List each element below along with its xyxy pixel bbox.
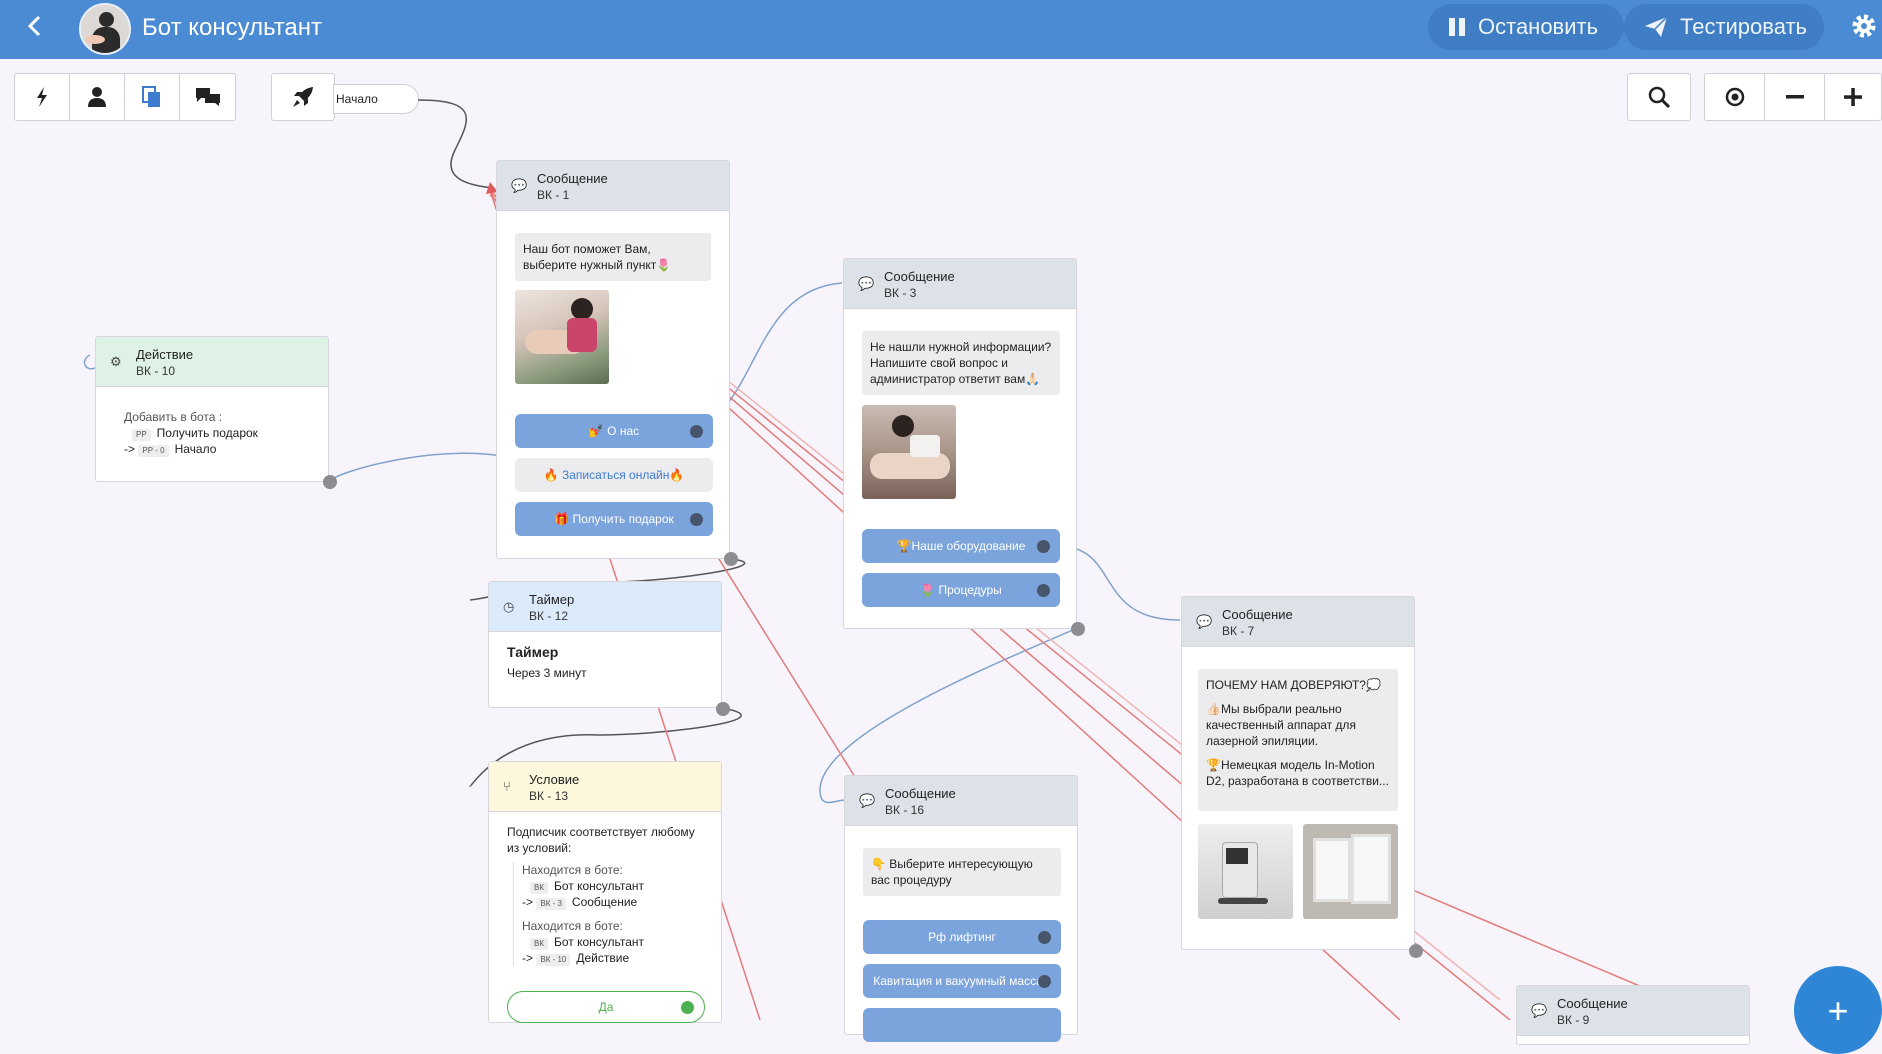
output-port[interactable] [716,702,730,716]
message-text: ПОЧЕМУ НАМ ДОВЕРЯЮТ?💭 👍🏻Мы выбрали реаль… [1198,669,1398,811]
yes-branch-button[interactable]: Да [507,991,705,1023]
node-header: 💬 Сообщение ВК - 7 [1182,597,1414,647]
node-header: 💬 Сообщение ВК - 3 [844,259,1076,309]
node-header: 💬 Сообщение ВК - 16 [845,776,1077,826]
message-text: Наш бот поможет Вам, выберите нужный пун… [515,233,711,281]
chat-bubble-icon: 💬 [1196,614,1213,629]
chat-bubble-icon: 💬 [859,793,876,808]
message-node[interactable]: 💬 Сообщение ВК - 1 Наш бот поможет Вам, … [496,160,738,566]
button-gift[interactable]: 🎁 Получить подарок [515,502,713,536]
plus-icon: + [1827,990,1849,1031]
message-node[interactable]: 💬 Сообщение ВК - 9 [1516,985,1750,1045]
message-node[interactable]: 💬 Сообщение ВК - 16 👇 Выберите интересую… [844,775,1078,1042]
action-icon: ⚙ [110,354,122,369]
button-signup[interactable]: 🔥 Записаться онлайн🔥 [515,458,713,492]
message-text: 👇 Выберите интересующую вас процедуру [863,848,1061,896]
button-rf-lifting[interactable]: Рф лифтинг [863,920,1061,954]
clock-icon: ◷ [503,599,515,614]
node-header: ⚙ Действие ВК - 10 [96,337,328,387]
certificate-image [1303,824,1398,919]
node-header: 💬 Сообщение ВК - 9 [1517,986,1749,1036]
message-node[interactable]: 💬 Сообщение ВК - 3 Не нашли нужной инфор… [843,258,1085,636]
chat-bubble-icon: 💬 [511,178,528,193]
branch-icon: ⑂ [503,779,511,794]
message-image [862,405,956,499]
node-header: 💬 Сообщение ВК - 1 [497,161,729,211]
action-node[interactable]: ⚙ Действие ВК - 10 Добавить в бота : РР П… [95,336,337,489]
chat-bubble-icon: 💬 [858,276,875,291]
chat-bubble-icon: 💬 [1531,1003,1548,1018]
button-procedures[interactable]: 🌷 Процедуры [862,573,1060,607]
condition-node[interactable]: ⑂ Условие ВК - 13 Подписчик соответствуе… [488,761,722,1023]
output-port[interactable] [323,475,337,489]
timer-node[interactable]: ◷ Таймер ВК - 12 Таймер Через 3 минут [488,581,730,716]
add-node-button[interactable]: + [1794,966,1882,1054]
message-text: Не нашли нужной информации? Напишите сво… [862,331,1060,395]
message-image [515,290,609,384]
node-header: ◷ Таймер ВК - 12 [489,582,721,632]
message-node[interactable]: 💬 Сообщение ВК - 7 ПОЧЕМУ НАМ ДОВЕРЯЮТ?💭… [1181,596,1423,958]
output-port[interactable] [1071,622,1085,636]
node-header: ⑂ Условие ВК - 13 [489,762,721,812]
button-more[interactable] [863,1008,1061,1042]
button-equipment[interactable]: 🏆Наше оборудование [862,529,1060,563]
output-port[interactable] [1409,944,1423,958]
button-about[interactable]: 💅 О нас [515,414,713,448]
button-cavitation[interactable]: Кавитация и вакуумный массаж [863,964,1061,998]
output-port[interactable] [724,552,738,566]
equipment-image [1198,824,1293,919]
